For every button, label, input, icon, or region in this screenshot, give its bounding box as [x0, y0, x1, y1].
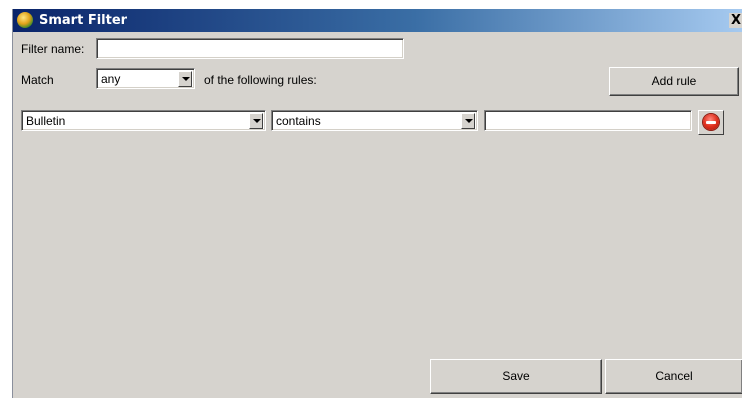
match-select-value: any — [101, 72, 121, 86]
title-bar[interactable]: Smart Filter X — [13, 9, 742, 32]
filter-name-label: Filter name: — [21, 42, 85, 56]
chevron-down-icon[interactable] — [178, 71, 192, 87]
rule-operator-value: contains — [276, 114, 321, 128]
cancel-button-label: Cancel — [655, 369, 693, 383]
close-button[interactable]: X — [729, 13, 742, 28]
chevron-down-icon[interactable] — [249, 113, 263, 129]
match-label: Match — [21, 73, 54, 87]
smart-filter-dialog: Smart Filter X Filter name: Match any of… — [12, 9, 742, 398]
rule-field-value: Bulletin — [26, 114, 66, 128]
chevron-down-icon[interactable] — [461, 113, 475, 129]
remove-icon — [703, 114, 719, 130]
save-button[interactable]: Save — [430, 359, 602, 394]
rule-operator-select[interactable]: contains — [271, 110, 478, 131]
filter-name-field[interactable] — [96, 38, 404, 59]
match-suffix-label: of the following rules: — [204, 73, 317, 87]
remove-rule-button[interactable] — [698, 110, 724, 135]
save-button-label: Save — [502, 369, 530, 383]
rule-value-input[interactable] — [487, 113, 689, 128]
rule-value-field[interactable] — [484, 110, 692, 131]
add-rule-button[interactable]: Add rule — [609, 67, 739, 96]
match-select[interactable]: any — [96, 68, 195, 89]
rule-field-select[interactable]: Bulletin — [21, 110, 266, 131]
cancel-button[interactable]: Cancel — [605, 359, 742, 394]
add-rule-button-label: Add rule — [651, 74, 697, 88]
window-title: Smart Filter — [39, 13, 128, 28]
app-icon — [17, 12, 33, 28]
filter-name-input[interactable] — [99, 41, 401, 56]
